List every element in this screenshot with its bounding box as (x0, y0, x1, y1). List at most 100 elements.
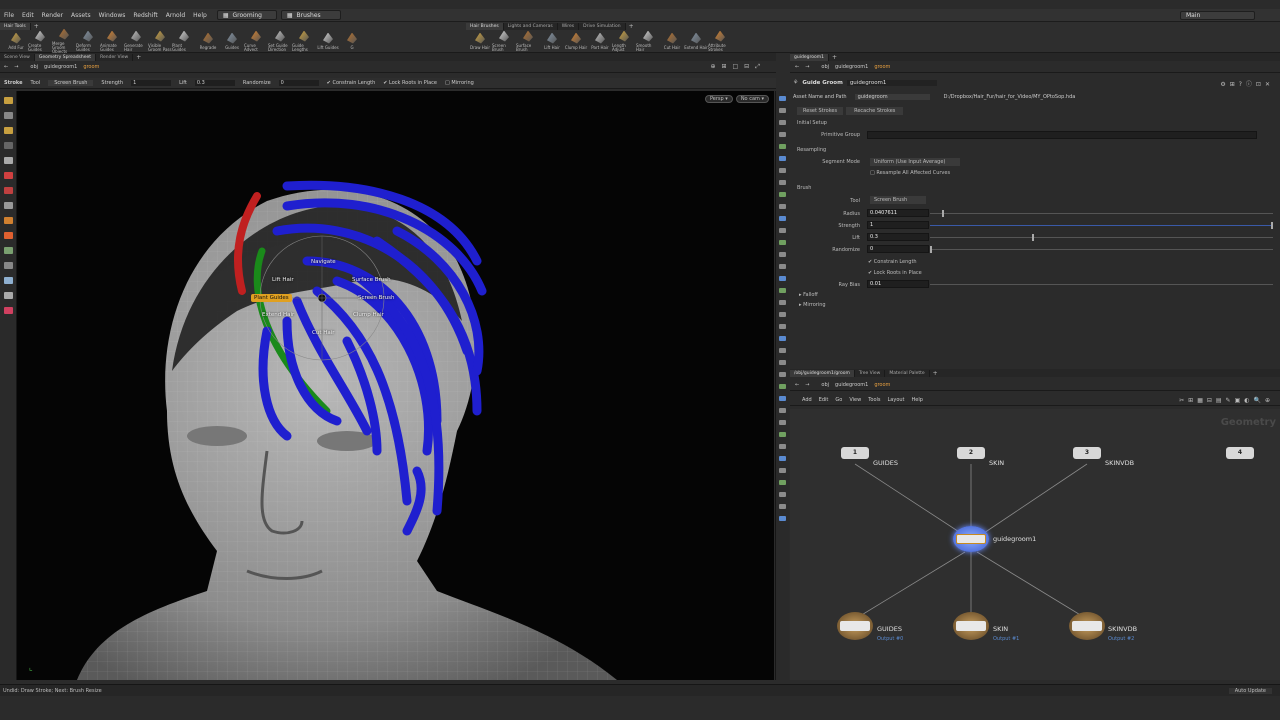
display-option-icon[interactable] (779, 432, 786, 437)
display-option-icon[interactable] (779, 492, 786, 497)
lock-roots-checkbox[interactable]: ✔ Lock Roots in Place (383, 80, 437, 86)
node-name-field[interactable]: guidegroom1 (846, 79, 937, 86)
radial-navigate[interactable]: Navigate (311, 259, 336, 265)
display-option-icon[interactable] (779, 168, 786, 173)
display-option-icon[interactable] (779, 468, 786, 473)
tab-scene-view[interactable]: Scene View (0, 53, 35, 61)
display-option-icon[interactable] (779, 96, 786, 101)
shelf-right-tool-6[interactable]: Length Adjust (612, 30, 636, 52)
mirroring-checkbox[interactable]: □ Mirroring (445, 80, 474, 86)
display-option-icon[interactable] (779, 300, 786, 305)
menu-redshift[interactable]: Redshift (129, 12, 161, 19)
param-header-icons[interactable]: ⚙⊞?ⓘ⊡✕ (1220, 79, 1274, 88)
path-guidegroom[interactable]: guidegroom1 (44, 64, 77, 70)
shelf-right-tool-4[interactable]: Clump Hair (564, 32, 588, 50)
camera-dropdown[interactable]: No cam ▾ (735, 95, 769, 103)
display-option-icon[interactable] (779, 156, 786, 161)
viewer-tool-icon[interactable] (3, 157, 13, 164)
display-option-icon[interactable] (779, 408, 786, 413)
viewer-tool-icon[interactable] (3, 262, 13, 269)
shelf-left-tool-6[interactable]: Visible Groom Pass (148, 30, 172, 52)
shelf-left-tool-11[interactable]: Set Guide Direction (268, 30, 292, 52)
output-node-2[interactable] (1069, 612, 1105, 640)
display-option-icon[interactable] (779, 204, 786, 209)
brush-heading[interactable]: Brush (797, 185, 811, 191)
shelf-right-tool-9[interactable]: Extend Hair (684, 32, 708, 50)
path-obj[interactable]: obj (821, 64, 829, 70)
back-icon[interactable]: ← (795, 64, 799, 70)
path-guidegroom[interactable]: guidegroom1 (835, 64, 868, 70)
net-menu-layout[interactable]: Layout (888, 397, 905, 403)
strength-slider[interactable] (930, 222, 1273, 229)
tab-material-palette[interactable]: Material Palette (885, 369, 930, 377)
shelf-left-tool-8[interactable]: Regrade (196, 32, 220, 50)
strength-slider-handle[interactable] (1271, 222, 1273, 229)
add-tab-icon[interactable]: + (933, 370, 938, 377)
display-option-icon[interactable] (779, 444, 786, 449)
tab-render-view[interactable]: Render View (96, 53, 134, 61)
forward-icon[interactable]: → (805, 64, 809, 70)
input-node-1[interactable]: 1 (841, 447, 869, 459)
shelf-right-tool-5[interactable]: Part Hair (588, 32, 612, 50)
display-option-icon[interactable] (779, 252, 786, 257)
radius-field[interactable]: 0.0407611 (867, 209, 929, 217)
display-option-icon[interactable] (779, 192, 786, 197)
radial-lift-hair[interactable]: Lift Hair (272, 277, 294, 283)
path-groom[interactable]: groom (874, 64, 890, 70)
tab-geo-spreadsheet[interactable]: Geometry Spreadsheet (34, 53, 97, 61)
strength-field[interactable]: 1 (867, 221, 929, 229)
display-option-icon[interactable] (779, 264, 786, 269)
shelf-left-tool-12[interactable]: Guide Lengths (292, 30, 316, 52)
menu-windows[interactable]: Windows (95, 12, 130, 19)
path-groom[interactable]: groom (83, 64, 99, 70)
net-menu-view[interactable]: View (849, 397, 861, 403)
radial-plant-guides[interactable]: Plant Guides (251, 294, 292, 302)
menu-edit[interactable]: Edit (18, 12, 38, 19)
display-option-icon[interactable] (779, 228, 786, 233)
menu-file[interactable]: File (0, 12, 18, 19)
viewer-tool-icon[interactable] (3, 142, 13, 149)
display-option-icon[interactable] (779, 276, 786, 281)
viewer-pane-icons[interactable]: ⊕⊞□⊟⤢ (710, 63, 766, 71)
display-option-icon[interactable] (779, 288, 786, 293)
shelf-left-tool-3[interactable]: Deform Guides (76, 30, 100, 52)
radial-screen-brush[interactable]: Screen Brush (358, 295, 395, 301)
display-option-icon[interactable] (779, 312, 786, 317)
viewer-tool-icon[interactable] (3, 112, 13, 119)
randomize-field[interactable]: 0 (867, 245, 929, 253)
shelf-left-tool-10[interactable]: Curve Advect (244, 30, 268, 52)
display-option-icon[interactable] (779, 108, 786, 113)
net-menu-tools[interactable]: Tools (868, 397, 880, 403)
shelfset-selector[interactable]: ▦ Brushes (280, 10, 341, 20)
constrain-checkbox[interactable]: ✔ Constrain Length (327, 80, 376, 86)
add-shelf-icon[interactable]: + (34, 23, 39, 30)
viewer-tool-icon[interactable] (3, 232, 13, 239)
display-option-icon[interactable] (779, 240, 786, 245)
menu-render[interactable]: Render (38, 12, 67, 19)
display-option-icon[interactable] (779, 420, 786, 425)
shelf-right-tool-1[interactable]: Screen Brush (492, 30, 516, 52)
display-option-icon[interactable] (779, 348, 786, 353)
shelf-left-tool-5[interactable]: Generate Hair (124, 30, 148, 52)
input-node-4[interactable]: 4 (1226, 447, 1254, 459)
display-option-icon[interactable] (779, 324, 786, 329)
path-obj[interactable]: obj (821, 382, 829, 388)
guidegroom-node[interactable] (953, 526, 989, 552)
network-editor[interactable]: Geometry 1 GUIDES 2 SKIN 3 SKINVDB 4 gui… (790, 409, 1280, 680)
path-obj[interactable]: obj (30, 64, 38, 70)
ray-bias-field[interactable]: 0.01 (867, 280, 929, 288)
viewer-tool-icon[interactable] (3, 187, 13, 194)
shelf-right-tool-7[interactable]: Smooth Hair (636, 30, 660, 52)
add-shelf-icon[interactable]: + (629, 23, 634, 30)
viewer-tool-icon[interactable] (3, 307, 13, 314)
constrain-length-checkbox[interactable]: ✔ Constrain Length (868, 259, 917, 265)
radial-surface-brush[interactable]: Surface Brush (352, 277, 391, 283)
viewer-tool-icon[interactable] (3, 217, 13, 224)
net-menu-help[interactable]: Help (912, 397, 923, 403)
shelf-left-tool-1[interactable]: Create Guides (28, 30, 52, 52)
display-option-icon[interactable] (779, 456, 786, 461)
menu-assets[interactable]: Assets (67, 12, 95, 19)
resample-all-checkbox[interactable]: □ Resample All Affected Curves (870, 170, 950, 176)
shelf-right-tool-8[interactable]: Cut Hair (660, 32, 684, 50)
menu-help[interactable]: Help (189, 12, 211, 19)
